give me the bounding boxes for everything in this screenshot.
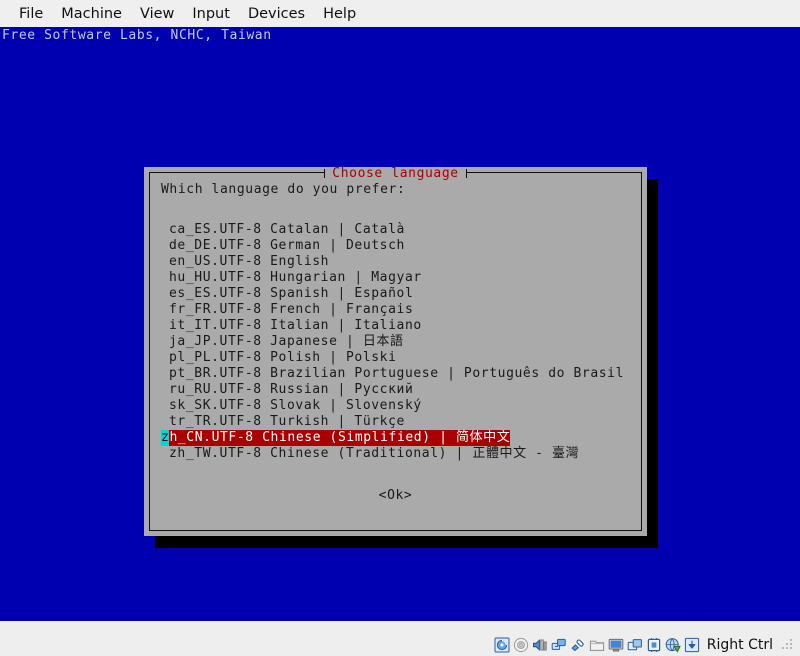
processor-icon[interactable] [646,637,662,653]
host-key-icon[interactable] [684,637,700,653]
selection-highlight: z h_CN.UTF-8 Chinese (Simplified) | 简体中文 [161,430,511,446]
list-item[interactable]: fr_FR.UTF-8 French | Français [161,302,631,318]
list-item[interactable]: tr_TR.UTF-8 Turkish | Türkçe [161,414,631,430]
optical-disk-icon[interactable] [513,637,529,653]
ok-button[interactable]: <Ok> [150,488,641,504]
list-item[interactable]: de_DE.UTF-8 German | Deutsch [161,238,631,254]
menu-file[interactable]: File [10,4,52,24]
dialog-inner-frame: Which language do you prefer: ca_ES.UTF-… [149,172,642,531]
network-icon[interactable] [551,637,567,653]
resize-grip[interactable] [781,638,794,651]
menu-bar: File Machine View Input Devices Help [0,0,800,27]
list-item[interactable]: ja_JP.UTF-8 Japanese | 日本語 [161,334,631,350]
menu-machine[interactable]: Machine [52,4,131,24]
list-item[interactable]: ca_ES.UTF-8 Catalan | Català [161,222,631,238]
shared-folder-icon[interactable] [589,637,605,653]
list-item[interactable]: es_ES.UTF-8 Spanish | Español [161,286,631,302]
menu-input[interactable]: Input [183,4,239,24]
status-icon-group [494,637,700,653]
list-item[interactable]: ru_RU.UTF-8 Russian | Русский [161,382,631,398]
list-item-selected[interactable]: z h_CN.UTF-8 Chinese (Simplified) | 简体中文 [161,430,631,446]
list-item[interactable]: zh_TW.UTF-8 Chinese (Traditional) | 正體中文… [161,446,631,462]
choose-language-dialog[interactable]: Which language do you prefer: ca_ES.UTF-… [144,167,647,536]
remote-globe-icon[interactable] [665,637,681,653]
list-item[interactable]: en_US.UTF-8 English [161,254,631,270]
status-bar: Right Ctrl [0,633,800,656]
guest-screen[interactable]: Free Software Labs, NCHC, Taiwan Which l… [0,27,800,621]
menu-devices[interactable]: Devices [239,4,314,24]
list-item[interactable]: pt_BR.UTF-8 Brazilian Portuguese | Portu… [161,366,631,382]
dialog-prompt: Which language do you prefer: [161,182,406,197]
menu-view[interactable]: View [131,4,183,24]
console-banner: Free Software Labs, NCHC, Taiwan [2,28,272,43]
list-item[interactable]: hu_HU.UTF-8 Hungarian | Magyar [161,270,631,286]
language-list[interactable]: ca_ES.UTF-8 Catalan | Català de_DE.UTF-8… [161,222,631,462]
display-icon[interactable] [608,637,624,653]
hard-disk-icon[interactable] [494,637,510,653]
dialog-body: Which language do you prefer: ca_ES.UTF-… [150,173,641,530]
list-item[interactable]: pl_PL.UTF-8 Polish | Polski [161,350,631,366]
host-key-label: Right Ctrl [706,636,773,653]
usb-icon[interactable] [570,637,586,653]
audio-icon[interactable] [532,637,548,653]
list-item[interactable]: it_IT.UTF-8 Italian | Italiano [161,318,631,334]
recording-icon[interactable] [627,637,643,653]
menu-help[interactable]: Help [314,4,365,24]
list-item[interactable]: sk_SK.UTF-8 Slovak | Slovenský [161,398,631,414]
text-cursor: z [161,430,170,446]
list-item-label: h_CN.UTF-8 Chinese (Simplified) | 简体中文 [169,430,511,445]
virtualbox-window: File Machine View Input Devices Help Fre… [0,0,800,656]
